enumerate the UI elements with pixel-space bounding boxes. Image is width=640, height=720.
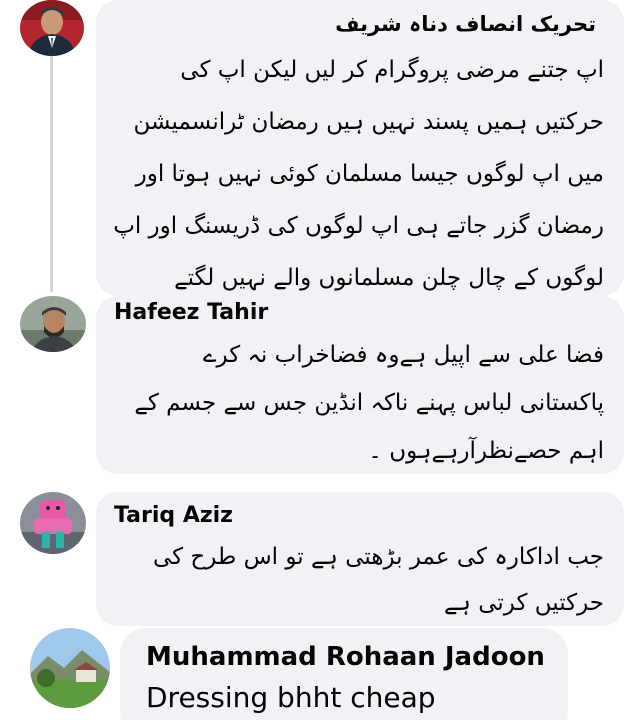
comment-text-line: لوگوں کے چال چلن مسلمانوں والے نہیں لگتے bbox=[174, 265, 604, 291]
comment-text-line: حرکتیں ہمیں پسند نہیں ہیں رمضان ٹرانسمیش… bbox=[133, 109, 604, 135]
comment-bubble: Muhammad Rohaan Jadoon Dressing bhht che… bbox=[120, 628, 568, 720]
comment-bubble: Tariq Aziz جب اداکارہ کی عمر بڑھتی ہے تو… bbox=[96, 492, 624, 626]
avatar[interactable] bbox=[20, 0, 84, 56]
profile-photo-landscape-icon bbox=[30, 628, 110, 708]
comment-bubble: Hafeez Tahir فضا علی سے اپیل ہےوہ فضاخرا… bbox=[96, 296, 624, 474]
comment-text-line: رمضان گزر جاتے ہی اپ لوگوں کی ڈریسنگ اور… bbox=[113, 213, 604, 239]
comment-text-line: میں اپ لوگوں جیسا مسلمان کوئی نہیں ہوتا … bbox=[135, 161, 604, 187]
comment-author[interactable]: Hafeez Tahir bbox=[114, 296, 604, 330]
comment-author[interactable]: Muhammad Rohaan Jadoon bbox=[146, 638, 546, 676]
profile-photo-man-cap-icon bbox=[20, 296, 86, 352]
avatar[interactable] bbox=[20, 296, 86, 352]
avatar[interactable] bbox=[30, 628, 110, 708]
comment-author[interactable]: Tariq Aziz bbox=[114, 498, 604, 534]
comment-text-line: حرکتیں کرتی ہے bbox=[443, 590, 604, 616]
comment-text-line: جب اداکارہ کی عمر بڑھتی ہے تو اس طرح کی bbox=[153, 544, 604, 570]
comment-text-line: اپ جتنے مرضی پروگرام کر لیں لیکن اپ کی bbox=[180, 57, 604, 83]
comment-thread: تحریک انصاف دناہ شریف اپ جتنے مرضی پروگر… bbox=[0, 0, 640, 720]
comment-text-line: Dressing bhht cheap bbox=[146, 681, 436, 714]
profile-photo-pink-toy-icon bbox=[20, 492, 86, 554]
comment-text-line: پاکستانی لباس پہنے ناکہ انڈین جس سے جسم … bbox=[134, 390, 604, 416]
avatar[interactable] bbox=[20, 492, 86, 554]
profile-photo-man-suit-icon bbox=[20, 0, 84, 56]
comment-text-line: فضا علی سے اپیل ہےوہ فضاخراب نہ کرے bbox=[203, 342, 604, 368]
comment-author[interactable]: تحریک انصاف دناہ شریف bbox=[112, 6, 596, 42]
comment-bubble: تحریک انصاف دناہ شریف اپ جتنے مرضی پروگر… bbox=[96, 0, 624, 296]
reply-thread-line bbox=[50, 56, 53, 292]
comment-text-line: اہم حصےنظرآرہےہوں ۔ bbox=[368, 438, 604, 464]
